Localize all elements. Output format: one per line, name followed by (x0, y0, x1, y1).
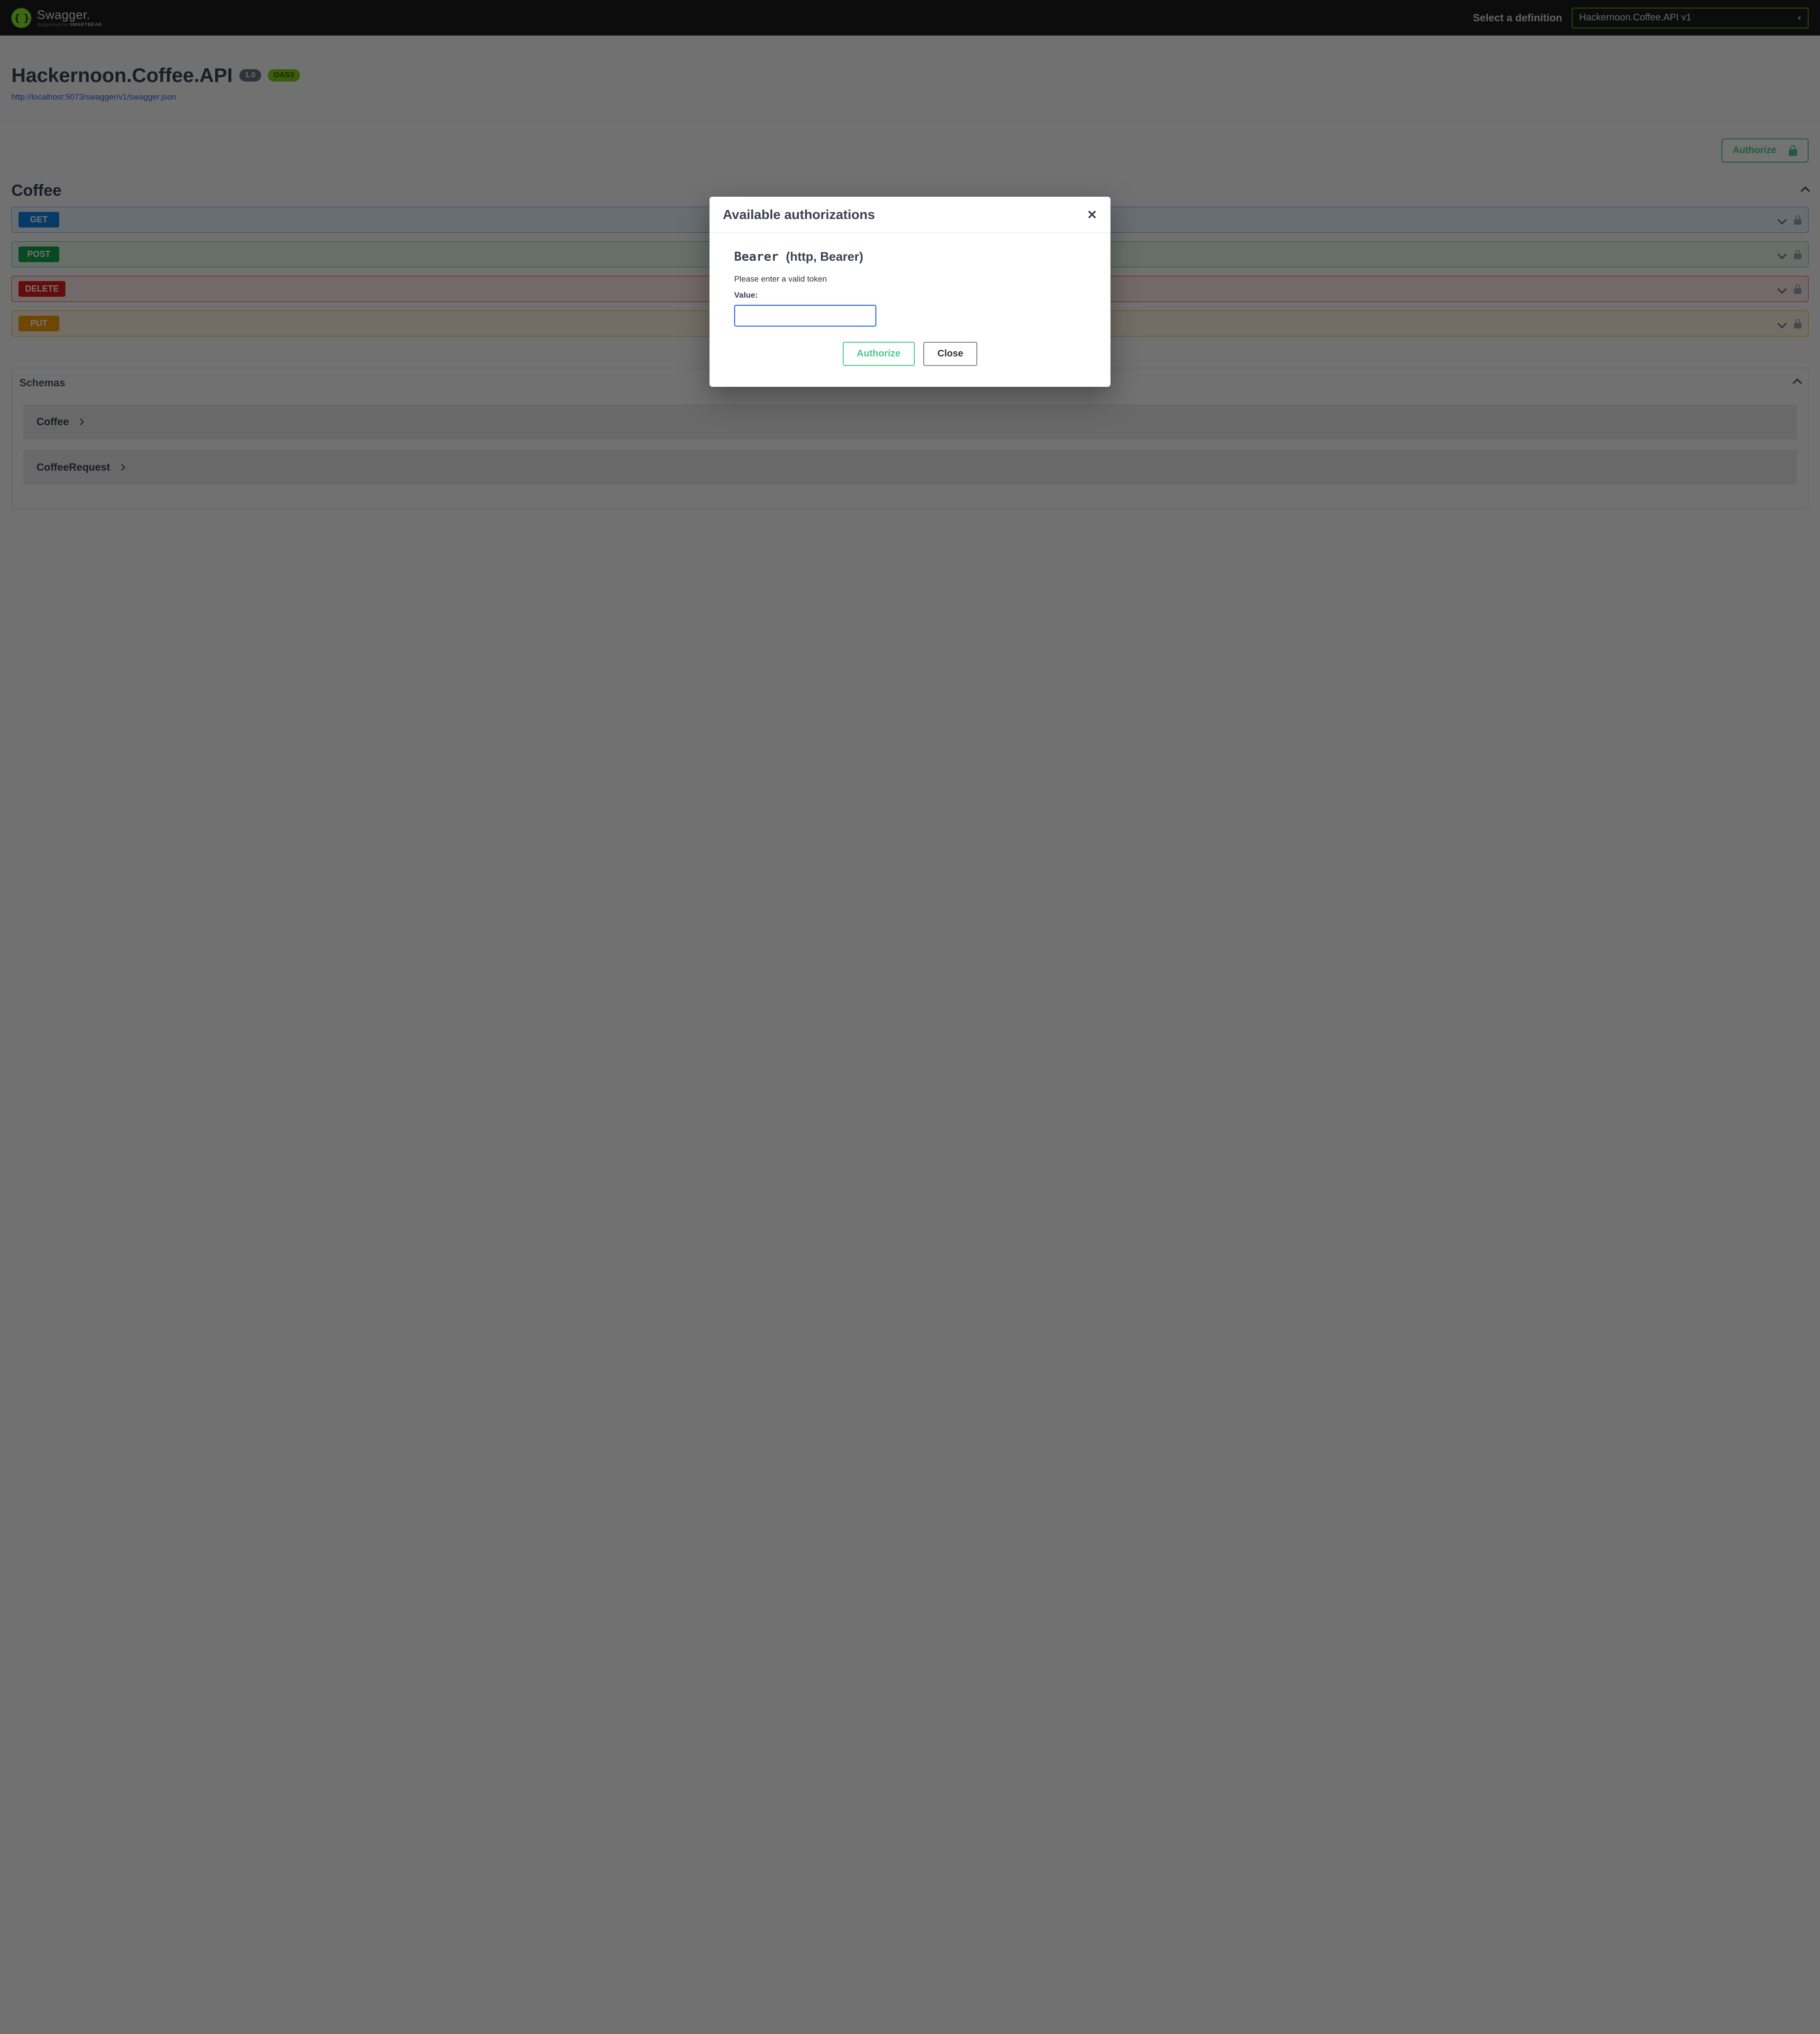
modal-close-icon[interactable]: ✕ (1087, 208, 1097, 222)
modal-authorize-button[interactable]: Authorize (843, 342, 915, 366)
modal-button-row: Authorize Close (734, 342, 1086, 366)
auth-token-input[interactable] (734, 305, 876, 327)
modal-body: Bearer (http, Bearer) Please enter a val… (710, 233, 1110, 387)
modal-title: Available authorizations (723, 207, 875, 222)
modal-close-button[interactable]: Close (923, 342, 977, 366)
auth-scheme-detail: (http, Bearer) (786, 249, 863, 264)
modal-header: Available authorizations ✕ (710, 197, 1110, 233)
authorize-modal-overlay[interactable]: Available authorizations ✕ Bearer (http,… (0, 0, 1820, 2034)
auth-scheme-name: Bearer (http, Bearer) (734, 249, 1086, 264)
auth-scheme-code: Bearer (734, 250, 779, 264)
auth-value-label: Value: (734, 291, 1086, 300)
authorize-modal: Available authorizations ✕ Bearer (http,… (710, 197, 1110, 387)
auth-hint: Please enter a valid token (734, 274, 1086, 284)
